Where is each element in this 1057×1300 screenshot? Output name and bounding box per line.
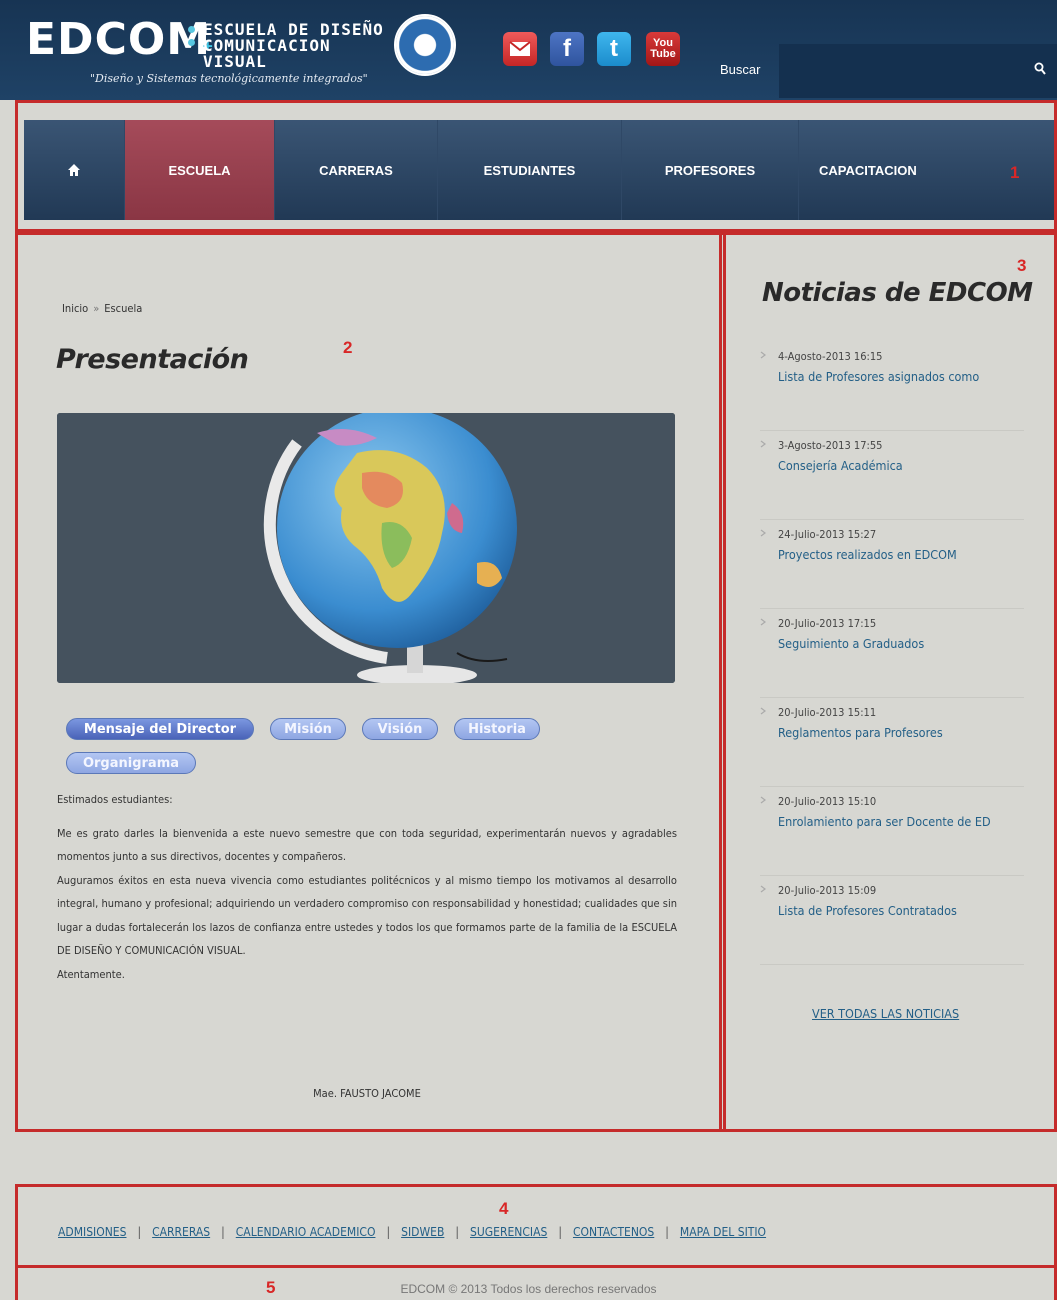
footer-separator: | xyxy=(665,1225,669,1239)
paragraph-1: Me es grato darles la bienvenida a este … xyxy=(57,826,677,864)
news-date: 4-Agosto-2013 16:15 xyxy=(778,350,883,363)
footer-link-mapa[interactable]: MAPA DEL SITIO xyxy=(680,1225,766,1239)
footer-links: ADMISIONES | CARRERAS | CALENDARIO ACADEMICO… xyxy=(58,1225,766,1239)
news-list: 4-Agosto-2013 16:15 Lista de Profesores … xyxy=(760,342,1024,965)
tab-mensaje-director[interactable]: Mensaje del Director xyxy=(66,718,254,740)
youtube-icon[interactable]: You Tube xyxy=(646,32,680,66)
news-date: 20-Julio-2013 15:10 xyxy=(778,795,877,808)
news-item: 3-Agosto-2013 17:55 Consejería Académica xyxy=(760,431,1024,520)
news-link[interactable]: Seguimiento a Graduados xyxy=(778,636,1040,651)
footer-link-sugerencias[interactable]: SUGERENCIAS xyxy=(470,1225,547,1239)
hero-globe-image xyxy=(57,413,675,683)
copyright: EDCOM © 2013 Todos los derechos reservad… xyxy=(400,1282,657,1296)
news-date: 20-Julio-2013 15:11 xyxy=(778,706,877,719)
news-item: 20-Julio-2013 15:10 Enrolamiento para se… xyxy=(760,787,1024,876)
main-nav: ESCUELA CARRERAS ESTUDIANTES PROFESORES … xyxy=(24,120,1057,220)
logo-bullets xyxy=(188,26,196,52)
annotation-number-2: 2 xyxy=(343,338,353,357)
tab-historia[interactable]: Historia xyxy=(454,718,540,740)
annotation-number-3: 3 xyxy=(1017,256,1027,275)
tab-mision[interactable]: Misión xyxy=(270,718,346,740)
footer-separator: | xyxy=(386,1225,391,1239)
annotation-number-5: 5 xyxy=(266,1278,276,1297)
home-icon xyxy=(68,164,80,176)
news-date: 24-Julio-2013 15:27 xyxy=(778,528,877,541)
news-link[interactable]: Enrolamiento para ser Docente de ED xyxy=(778,814,1040,829)
facebook-icon[interactable]: f xyxy=(550,32,584,66)
tab-organigrama[interactable]: Organigrama xyxy=(66,752,196,774)
news-link[interactable]: Proyectos realizados en EDCOM xyxy=(778,547,1040,562)
news-date: 20-Julio-2013 15:09 xyxy=(778,884,877,897)
news-link[interactable]: Lista de Profesores asignados como xyxy=(778,369,1040,384)
news-date: 3-Agosto-2013 17:55 xyxy=(778,439,883,452)
search-icon[interactable] xyxy=(1034,62,1046,76)
news-link[interactable]: Consejería Académica xyxy=(778,458,1040,473)
footer-separator: | xyxy=(221,1225,225,1239)
tab-vision[interactable]: Visión xyxy=(362,718,438,740)
page-title: Presentación xyxy=(56,344,249,375)
chevron-right-icon xyxy=(760,618,766,626)
sidebar-title: Noticias de EDCOM xyxy=(762,278,1033,308)
chevron-right-icon xyxy=(760,885,766,893)
nav-item-profesores[interactable]: PROFESORES xyxy=(622,120,799,220)
footer-separator: | xyxy=(137,1225,142,1239)
chevron-right-icon xyxy=(760,707,766,715)
site-header: EDCOM ESCUELA DE DISEÑO + COMUNICACION V… xyxy=(0,0,1057,100)
espol-seal-icon xyxy=(394,14,456,76)
news-item: 20-Julio-2013 17:15 Seguimiento a Gradua… xyxy=(760,609,1024,698)
nav-item-capacitacion[interactable]: CAPACITACION xyxy=(799,120,989,220)
footer-link-carreras[interactable]: CARRERAS xyxy=(152,1225,210,1239)
globe-illustration xyxy=(57,413,675,683)
footer-separator: | xyxy=(558,1225,562,1239)
logo-tagline: "Diseño y Sistemas tecnológicamente inte… xyxy=(90,72,368,85)
news-date: 20-Julio-2013 17:15 xyxy=(778,617,877,630)
footer-link-contactenos[interactable]: CONTACTENOS xyxy=(573,1225,654,1239)
breadcrumb-current: Escuela xyxy=(104,302,143,315)
see-all-news-link[interactable]: VER TODAS LAS NOTICIAS xyxy=(812,1006,959,1021)
nav-item-escuela[interactable]: ESCUELA xyxy=(125,120,275,220)
search-label: Buscar xyxy=(720,62,761,77)
youtube-label-tube: Tube xyxy=(650,48,676,60)
footer-separator: | xyxy=(455,1225,459,1239)
logo-word: EDCOM xyxy=(26,14,212,65)
footer-link-calendario[interactable]: CALENDARIO ACADEMICO xyxy=(236,1225,376,1239)
logo-line-2: COMUNICACION VISUAL xyxy=(203,36,331,71)
footer-link-admisiones[interactable]: ADMISIONES xyxy=(58,1225,126,1239)
news-item: 20-Julio-2013 15:09 Lista de Profesores … xyxy=(760,876,1024,965)
signature: Mae. FAUSTO JACOME xyxy=(313,1087,421,1100)
news-item: 20-Julio-2013 15:11 Reglamentos para Pro… xyxy=(760,698,1024,787)
news-link[interactable]: Reglamentos para Profesores xyxy=(778,725,1040,740)
news-item: 4-Agosto-2013 16:15 Lista de Profesores … xyxy=(760,342,1024,431)
closing: Atentamente. xyxy=(57,967,125,981)
breadcrumb: Inicio » Escuela xyxy=(62,302,142,315)
breadcrumb-home[interactable]: Inicio xyxy=(62,302,88,315)
chevron-right-icon xyxy=(760,440,766,448)
edcom-logo[interactable]: EDCOM ESCUELA DE DISEÑO + COMUNICACION V… xyxy=(26,14,386,94)
search-input[interactable] xyxy=(779,44,1057,98)
annotation-number-1: 1 xyxy=(1010,163,1020,182)
nav-item-carreras[interactable]: CARRERAS xyxy=(275,120,438,220)
chevron-right-icon xyxy=(760,351,766,359)
director-message: Estimados estudiantes: Me es grato darle… xyxy=(57,788,677,986)
chevron-right-icon xyxy=(760,529,766,537)
footer-link-sidweb[interactable]: SIDWEB xyxy=(401,1225,444,1239)
nav-home[interactable] xyxy=(24,120,125,220)
nav-item-estudiantes[interactable]: ESTUDIANTES xyxy=(438,120,622,220)
chevron-right-icon xyxy=(760,796,766,804)
twitter-icon[interactable]: t xyxy=(597,32,631,66)
greeting: Estimados estudiantes: xyxy=(57,793,173,806)
paragraph-2: Auguramos éxitos en esta nueva vivencia … xyxy=(57,873,677,958)
annotation-number-4: 4 xyxy=(499,1199,509,1218)
envelope-icon xyxy=(509,41,531,56)
news-item: 24-Julio-2013 15:27 Proyectos realizados… xyxy=(760,520,1024,609)
news-link[interactable]: Lista de Profesores Contratados xyxy=(778,903,1040,918)
mail-icon[interactable] xyxy=(503,32,537,66)
breadcrumb-separator: » xyxy=(93,302,100,315)
